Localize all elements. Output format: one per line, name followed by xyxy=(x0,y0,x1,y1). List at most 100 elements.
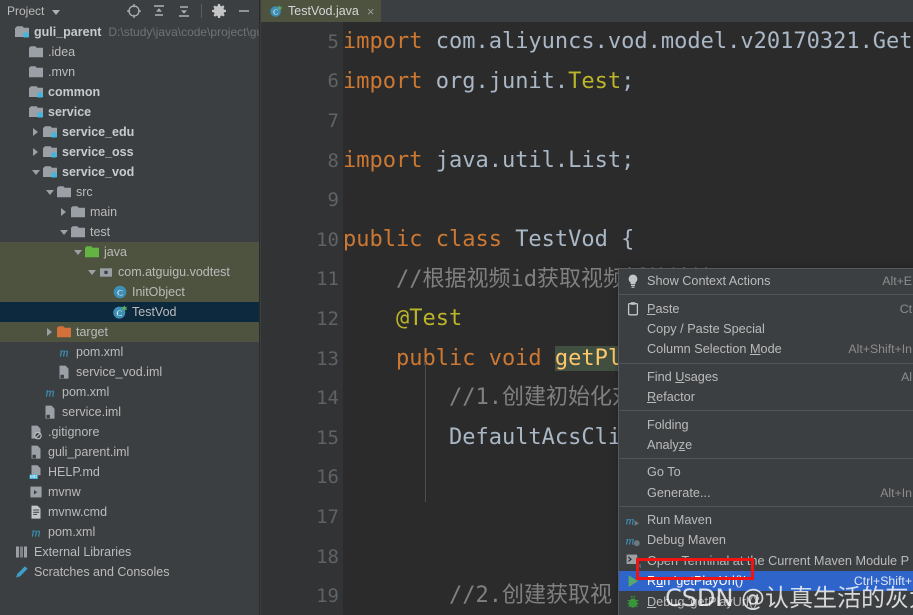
tree-node-idea[interactable]: .idea xyxy=(0,42,259,62)
tree-node-mvnw[interactable]: mvnw xyxy=(0,482,259,502)
chevron-down-icon[interactable] xyxy=(58,222,70,242)
chevron-down-icon[interactable] xyxy=(86,262,98,282)
tree-node-test[interactable]: test xyxy=(0,222,259,242)
tree-node-com-atguigu-vodtest[interactable]: com.atguigu.vodtest xyxy=(0,262,259,282)
svg-text:m: m xyxy=(31,525,40,539)
menu-item-shortcut: Alt+In xyxy=(880,485,912,500)
code-line[interactable]: public class TestVod { xyxy=(343,220,913,260)
menu-item-open-terminal-at-the-current-maven-module-p[interactable]: m Open Terminal at the Current Maven Modu… xyxy=(619,551,913,571)
menu-item-label: Analyze xyxy=(647,437,693,452)
settings-gear-icon[interactable] xyxy=(211,3,227,19)
tree-node-pom-xml[interactable]: m pom.xml xyxy=(0,522,259,542)
code-line[interactable]: import com.aliyuncs.vod.model.v20170321.… xyxy=(343,22,913,62)
tree-node-guli-parent-iml[interactable]: guli_parent.iml xyxy=(0,442,259,462)
chevron-right-icon[interactable] xyxy=(58,202,70,222)
clipboard-icon xyxy=(627,301,639,316)
menu-item-run-getplayurl[interactable]: Run 'getPlayUrl()' Ctrl+Shift+ xyxy=(619,571,913,592)
menu-item-debug-maven[interactable]: m Debug Maven xyxy=(619,530,913,550)
tree-node-guli-parent[interactable]: guli_parent D:\study\java\code\project\gu xyxy=(0,22,259,42)
tree-node-label: test xyxy=(90,225,111,239)
tree-node-gitignore[interactable]: .gitignore xyxy=(0,422,259,442)
debug-bug-icon xyxy=(627,595,639,608)
code-line[interactable] xyxy=(343,101,913,141)
chevron-down-icon[interactable] xyxy=(44,182,56,202)
menu-item-generate[interactable]: Generate... Alt+In xyxy=(619,483,913,503)
tree-node-java[interactable]: java xyxy=(0,242,259,262)
menu-item-folding[interactable]: Folding xyxy=(619,414,913,434)
chevron-down-icon[interactable] xyxy=(52,9,61,15)
collapse-all-icon[interactable] xyxy=(176,3,192,19)
chevron-right-icon[interactable] xyxy=(44,322,56,342)
tree-node-target[interactable]: target xyxy=(0,322,259,342)
markdown-file-icon: MD xyxy=(29,465,41,479)
menu-item-column-selection-mode[interactable]: Column Selection Mode Alt+Shift+In xyxy=(619,339,913,359)
folder-icon xyxy=(29,46,43,58)
tool-window-title[interactable]: Project xyxy=(4,4,47,18)
tree-node-scratches-and-consoles[interactable]: Scratches and Consoles xyxy=(0,562,259,582)
chevron-down-icon[interactable] xyxy=(72,242,84,262)
folder-icon xyxy=(71,206,85,218)
editor-context-menu[interactable]: Show Context Actions Alt+E Paste Ct Copy / P… xyxy=(618,268,913,615)
menu-item-analyze[interactable]: Analyze xyxy=(619,435,913,455)
tree-node-label: service_edu xyxy=(62,125,135,139)
menu-item-shortcut: Alt+E xyxy=(882,274,912,289)
tree-node-main[interactable]: main xyxy=(0,202,259,222)
tree-node-initobject[interactable]: C InitObject xyxy=(0,282,259,302)
tree-node-common[interactable]: common xyxy=(0,82,259,102)
menu-item-go-to[interactable]: Go To xyxy=(619,462,913,482)
menu-item-label: Paste xyxy=(647,301,680,316)
module-icon xyxy=(29,86,43,98)
menu-icon-slot xyxy=(625,389,641,405)
tree-node-mvn[interactable]: .mvn xyxy=(0,62,259,82)
tree-node-external-libraries[interactable]: External Libraries xyxy=(0,542,259,562)
menu-item-run-maven[interactable]: m Run Maven xyxy=(619,510,913,530)
code-line[interactable]: import org.junit.Test; xyxy=(343,62,913,102)
tree-node-label: External Libraries xyxy=(34,545,132,559)
code-line[interactable]: import java.util.List; xyxy=(343,141,913,181)
menu-item-debug-getplayurl[interactable]: Debug 'getPlayUrl()' xyxy=(619,591,913,611)
menu-item-find-usages[interactable]: Find Usages Al xyxy=(619,367,913,387)
tree-node-label: .idea xyxy=(48,45,76,59)
tree-node-service-oss[interactable]: service_oss xyxy=(0,142,259,162)
locate-icon[interactable] xyxy=(126,3,142,19)
minimize-icon[interactable] xyxy=(236,3,252,19)
menu-separator xyxy=(619,410,913,412)
editor-tab-testvod[interactable]: C TestVod.java × xyxy=(261,0,382,22)
menu-item-copy-paste-special[interactable]: Copy / Paste Special xyxy=(619,319,913,339)
project-tree[interactable]: guli_parent D:\study\java\code\project\gu… xyxy=(0,22,259,615)
close-icon[interactable]: × xyxy=(367,4,375,19)
scratches-icon xyxy=(16,566,28,578)
tree-node-service-vod[interactable]: service_vod xyxy=(0,162,259,182)
tree-node-label: .gitignore xyxy=(48,425,100,439)
menu-item-shortcut: Alt+Shift+In xyxy=(848,342,912,357)
menu-item-paste[interactable]: Paste Ct xyxy=(619,298,913,318)
svg-text:m: m xyxy=(59,345,68,359)
menu-item-show-context-actions[interactable]: Show Context Actions Alt+E xyxy=(619,271,913,291)
tree-node-service-edu[interactable]: service_edu xyxy=(0,122,259,142)
expand-all-icon[interactable] xyxy=(151,3,167,19)
tree-node-help-md[interactable]: MD HELP.md xyxy=(0,462,259,482)
java-test-class-icon: C xyxy=(113,305,128,319)
line-number: 12 xyxy=(316,307,339,330)
code-line[interactable] xyxy=(343,180,913,220)
menu-item-refactor[interactable]: Refactor xyxy=(619,387,913,407)
tree-node-pom-xml[interactable]: m pom.xml xyxy=(0,382,259,402)
tree-node-label: target xyxy=(76,325,108,339)
tree-node-service-iml[interactable]: service.iml xyxy=(0,402,259,422)
tree-node-service-vod-iml[interactable]: service_vod.iml xyxy=(0,362,259,382)
editor-gutter[interactable]: 56789101112131415161718192021222324 xyxy=(261,22,343,615)
chevron-right-icon[interactable] xyxy=(30,142,42,162)
module-icon xyxy=(43,146,57,158)
tree-node-service[interactable]: service xyxy=(0,102,259,122)
chevron-down-icon[interactable] xyxy=(30,162,42,182)
chevron-right-icon[interactable] xyxy=(30,122,42,142)
tree-node-pom-xml[interactable]: m pom.xml xyxy=(0,342,259,362)
tree-node-src[interactable]: src xyxy=(0,182,259,202)
tree-node-mvnw-cmd[interactable]: mvnw.cmd xyxy=(0,502,259,522)
tree-node-testvod[interactable]: C TestVod xyxy=(0,302,259,322)
menu-item-label: Run Maven xyxy=(647,513,712,528)
